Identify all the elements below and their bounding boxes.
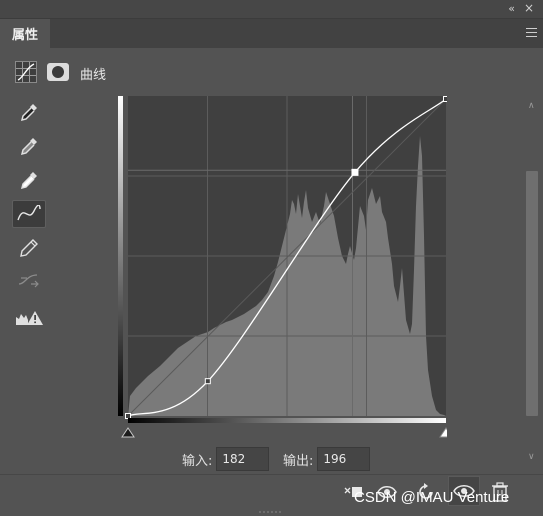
curves-graph[interactable] xyxy=(118,96,453,439)
scroll-thumb[interactable] xyxy=(526,171,538,416)
curve-point[interactable] xyxy=(443,96,449,102)
panel-top-bar: « × xyxy=(0,0,543,19)
tab-properties[interactable]: 属性 xyxy=(0,19,50,48)
output-value-field[interactable]: 196 xyxy=(317,447,371,471)
scroll-down-icon[interactable]: ∨ xyxy=(528,452,535,462)
layer-mask-icon[interactable] xyxy=(47,63,69,81)
output-group: 输出: 196 xyxy=(283,446,371,472)
output-gradient-bar xyxy=(118,96,123,416)
input-label: 输入: xyxy=(182,453,213,469)
curve-point[interactable] xyxy=(204,378,211,385)
input-value-field[interactable]: 182 xyxy=(216,447,270,471)
panel-tab-row: 属性 xyxy=(0,19,543,48)
black-point-slider[interactable] xyxy=(121,427,135,438)
edit-points-curve-icon[interactable] xyxy=(12,200,46,228)
white-point-eyedropper-icon[interactable] xyxy=(12,166,46,194)
input-gradient-bar xyxy=(128,418,446,423)
curve-point[interactable] xyxy=(125,413,131,419)
scroll-up-icon[interactable]: ∧ xyxy=(528,101,535,111)
clipping-warning-icon[interactable] xyxy=(12,304,46,332)
draw-pencil-icon[interactable] xyxy=(12,234,46,262)
resize-grip[interactable] xyxy=(258,510,284,515)
panel-menu-icon[interactable] xyxy=(526,28,537,37)
curves-adjustment-icon[interactable] xyxy=(15,61,37,83)
close-panel-icon[interactable]: × xyxy=(524,1,534,15)
gray-point-eyedropper-icon[interactable] xyxy=(12,132,46,160)
output-label: 输出: xyxy=(283,453,314,469)
panel-scrollbar[interactable]: ∧ ∨ xyxy=(524,96,540,468)
black-point-eyedropper-icon[interactable] xyxy=(12,98,46,126)
watermark-text: CSDN @IMAU Venture xyxy=(354,489,510,506)
smooth-curve-icon[interactable] xyxy=(12,266,46,294)
panel-title: 曲线 xyxy=(80,68,107,83)
input-group: 输入: 182 xyxy=(182,446,270,472)
curve-point-selected[interactable] xyxy=(351,168,359,176)
white-point-slider[interactable] xyxy=(439,427,453,438)
collapse-panel-icon[interactable]: « xyxy=(508,2,515,15)
